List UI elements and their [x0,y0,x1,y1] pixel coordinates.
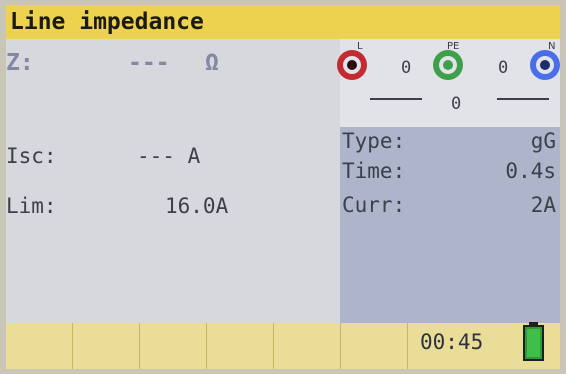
terminal-l-icon [337,50,367,80]
pe-n-line [497,98,549,100]
l-n-value: 0 [451,94,462,114]
pe-n-value: 0 [498,58,509,78]
z-unit: Ω [205,50,219,76]
type-label: Type: [342,129,406,153]
isc-value: --- A [137,144,201,168]
instrument-screen: Line impedance [6,5,560,369]
battery-full-icon [523,322,544,361]
parameter-panel [340,127,560,323]
isc-label: Isc: [6,144,57,168]
result-panel [6,39,340,323]
l-pe-line [370,98,422,100]
terminal-n-icon [530,50,560,80]
l-pe-value: 0 [401,58,412,78]
z-value: --- [128,50,170,76]
curr-value: 2A [530,193,556,217]
status-divider [206,323,207,369]
time-value: 0.4s [505,159,556,183]
page-title: Line impedance [6,5,560,39]
status-divider [139,323,140,369]
lim-value: 16.0A [165,194,229,218]
time-label: Time: [342,159,406,183]
lim-label: Lim: [6,194,57,218]
type-value: gG [530,129,556,153]
status-divider [72,323,73,369]
status-divider [407,323,408,369]
status-divider [273,323,274,369]
z-label: Z: [6,50,34,76]
terminal-pe-icon [433,50,463,80]
timer: 00:45 [420,330,484,354]
status-divider [340,323,341,369]
curr-label: Curr: [342,193,406,217]
